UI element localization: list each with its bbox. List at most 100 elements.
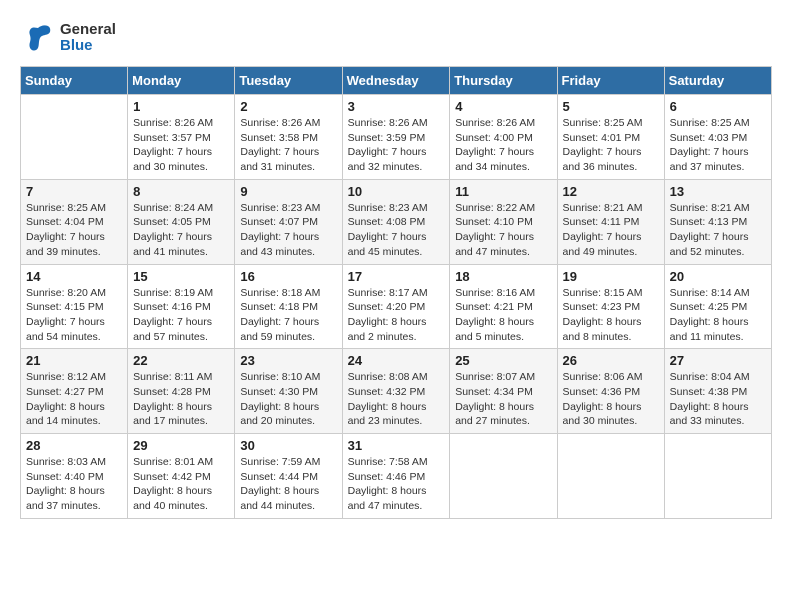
calendar-cell: 23 Sunrise: 8:10 AMSunset: 4:30 PMDayligh… <box>235 349 342 434</box>
day-header-wednesday: Wednesday <box>342 67 450 95</box>
cell-info: Sunrise: 8:08 AMSunset: 4:32 PMDaylight:… <box>348 370 445 429</box>
calendar-cell: 6 Sunrise: 8:25 AMSunset: 4:03 PMDaylight… <box>664 95 771 180</box>
day-number: 11 <box>455 184 551 199</box>
calendar-cell: 20Sunrise: 8:14 AMSunset: 4:25 PMDayligh… <box>664 264 771 349</box>
calendar-week-row: 21 Sunrise: 8:12 AMSunset: 4:27 PMDayligh… <box>21 349 772 434</box>
cell-info: Sunrise: 8:06 AMSunset: 4:36 PMDaylight:… <box>563 370 659 429</box>
day-header-saturday: Saturday <box>664 67 771 95</box>
cell-info: Sunrise: 8:01 AMSunset: 4:42 PMDaylight:… <box>133 455 229 514</box>
cell-info: Sunrise: 8:12 AMSunset: 4:27 PMDaylight:… <box>26 370 122 429</box>
calendar-cell <box>664 434 771 519</box>
cell-info: Sunrise: 8:20 AMSunset: 4:15 PMDaylight:… <box>26 286 122 345</box>
cell-info: Sunrise: 7:59 AMSunset: 4:44 PMDaylight:… <box>240 455 336 514</box>
calendar-cell: 15Sunrise: 8:19 AMSunset: 4:16 PMDayligh… <box>128 264 235 349</box>
cell-info: Sunrise: 8:10 AMSunset: 4:30 PMDaylight:… <box>240 370 336 429</box>
cell-info: Sunrise: 8:25 AMSunset: 4:03 PMDaylight:… <box>670 116 766 175</box>
calendar-cell: 1Sunrise: 8:26 AMSunset: 3:57 PMDaylight… <box>128 95 235 180</box>
logo-bird-icon <box>20 20 56 56</box>
day-number: 10 <box>348 184 445 199</box>
day-number: 19 <box>563 269 659 284</box>
day-number: 14 <box>26 269 122 284</box>
logo: General Blue <box>20 20 116 56</box>
day-number: 2 <box>240 99 336 114</box>
cell-info: Sunrise: 8:26 AMSunset: 3:59 PMDaylight:… <box>348 116 445 175</box>
header: General Blue <box>20 20 772 56</box>
day-number: 30 <box>240 438 336 453</box>
calendar-week-row: 28 Sunrise: 8:03 AMSunset: 4:40 PMDayligh… <box>21 434 772 519</box>
day-number: 23 <box>240 353 336 368</box>
cell-info: Sunrise: 8:23 AMSunset: 4:07 PMDaylight:… <box>240 201 336 260</box>
cell-info: Sunrise: 8:11 AMSunset: 4:28 PMDaylight:… <box>133 370 229 429</box>
day-number: 4 <box>455 99 551 114</box>
day-number: 22 <box>133 353 229 368</box>
day-header-monday: Monday <box>128 67 235 95</box>
cell-info: Sunrise: 8:07 AMSunset: 4:34 PMDaylight:… <box>455 370 551 429</box>
logo-general-text: General <box>60 22 116 39</box>
cell-info: Sunrise: 8:25 AMSunset: 4:01 PMDaylight:… <box>563 116 659 175</box>
cell-info: Sunrise: 8:26 AMSunset: 3:58 PMDaylight:… <box>240 116 336 175</box>
day-number: 8 <box>133 184 229 199</box>
calendar-cell <box>557 434 664 519</box>
calendar-table: SundayMondayTuesdayWednesdayThursdayFrid… <box>20 66 772 519</box>
day-number: 17 <box>348 269 445 284</box>
cell-info: Sunrise: 8:17 AMSunset: 4:20 PMDaylight:… <box>348 286 445 345</box>
calendar-cell: 30 Sunrise: 7:59 AMSunset: 4:44 PMDayligh… <box>235 434 342 519</box>
day-header-friday: Friday <box>557 67 664 95</box>
calendar-cell: 3 Sunrise: 8:26 AMSunset: 3:59 PMDaylight… <box>342 95 450 180</box>
day-number: 9 <box>240 184 336 199</box>
calendar-cell: 21 Sunrise: 8:12 AMSunset: 4:27 PMDayligh… <box>21 349 128 434</box>
calendar-cell: 4Sunrise: 8:26 AMSunset: 4:00 PMDaylight… <box>450 95 557 180</box>
day-header-sunday: Sunday <box>21 67 128 95</box>
cell-info: Sunrise: 8:21 AMSunset: 4:13 PMDaylight:… <box>670 201 766 260</box>
day-number: 7 <box>26 184 122 199</box>
day-number: 28 <box>26 438 122 453</box>
calendar-cell: 11 Sunrise: 8:22 AMSunset: 4:10 PMDayligh… <box>450 179 557 264</box>
calendar-cell: 28 Sunrise: 8:03 AMSunset: 4:40 PMDayligh… <box>21 434 128 519</box>
calendar-week-row: 1Sunrise: 8:26 AMSunset: 3:57 PMDaylight… <box>21 95 772 180</box>
day-number: 29 <box>133 438 229 453</box>
calendar-cell: 18 Sunrise: 8:16 AMSunset: 4:21 PMDayligh… <box>450 264 557 349</box>
calendar-cell: 2 Sunrise: 8:26 AMSunset: 3:58 PMDaylight… <box>235 95 342 180</box>
cell-info: Sunrise: 8:14 AMSunset: 4:25 PMDaylight:… <box>670 286 766 345</box>
day-number: 26 <box>563 353 659 368</box>
calendar-cell: 17 Sunrise: 8:17 AMSunset: 4:20 PMDayligh… <box>342 264 450 349</box>
calendar-cell: 24 Sunrise: 8:08 AMSunset: 4:32 PMDayligh… <box>342 349 450 434</box>
cell-info: Sunrise: 8:03 AMSunset: 4:40 PMDaylight:… <box>26 455 122 514</box>
calendar-header-row: SundayMondayTuesdayWednesdayThursdayFrid… <box>21 67 772 95</box>
calendar-cell: 16 Sunrise: 8:18 AMSunset: 4:18 PMDayligh… <box>235 264 342 349</box>
calendar-cell: 10 Sunrise: 8:23 AMSunset: 4:08 PMDayligh… <box>342 179 450 264</box>
logo-blue-text: Blue <box>60 38 116 55</box>
cell-info: Sunrise: 7:58 AMSunset: 4:46 PMDaylight:… <box>348 455 445 514</box>
day-number: 25 <box>455 353 551 368</box>
cell-info: Sunrise: 8:22 AMSunset: 4:10 PMDaylight:… <box>455 201 551 260</box>
day-number: 24 <box>348 353 445 368</box>
cell-info: Sunrise: 8:24 AMSunset: 4:05 PMDaylight:… <box>133 201 229 260</box>
calendar-week-row: 7 Sunrise: 8:25 AMSunset: 4:04 PMDaylight… <box>21 179 772 264</box>
cell-info: Sunrise: 8:25 AMSunset: 4:04 PMDaylight:… <box>26 201 122 260</box>
day-number: 31 <box>348 438 445 453</box>
calendar-cell: 31 Sunrise: 7:58 AMSunset: 4:46 PMDayligh… <box>342 434 450 519</box>
calendar-cell: 19Sunrise: 8:15 AMSunset: 4:23 PMDayligh… <box>557 264 664 349</box>
cell-info: Sunrise: 8:26 AMSunset: 3:57 PMDaylight:… <box>133 116 229 175</box>
calendar-cell: 25 Sunrise: 8:07 AMSunset: 4:34 PMDayligh… <box>450 349 557 434</box>
day-number: 16 <box>240 269 336 284</box>
day-number: 3 <box>348 99 445 114</box>
cell-info: Sunrise: 8:21 AMSunset: 4:11 PMDaylight:… <box>563 201 659 260</box>
day-number: 21 <box>26 353 122 368</box>
calendar-cell: 29 Sunrise: 8:01 AMSunset: 4:42 PMDayligh… <box>128 434 235 519</box>
day-header-tuesday: Tuesday <box>235 67 342 95</box>
calendar-cell <box>450 434 557 519</box>
cell-info: Sunrise: 8:18 AMSunset: 4:18 PMDaylight:… <box>240 286 336 345</box>
calendar-cell: 22 Sunrise: 8:11 AMSunset: 4:28 PMDayligh… <box>128 349 235 434</box>
calendar-cell: 12Sunrise: 8:21 AMSunset: 4:11 PMDayligh… <box>557 179 664 264</box>
calendar-cell: 5 Sunrise: 8:25 AMSunset: 4:01 PMDaylight… <box>557 95 664 180</box>
day-number: 13 <box>670 184 766 199</box>
calendar-cell: 13 Sunrise: 8:21 AMSunset: 4:13 PMDayligh… <box>664 179 771 264</box>
day-number: 5 <box>563 99 659 114</box>
day-number: 15 <box>133 269 229 284</box>
cell-info: Sunrise: 8:04 AMSunset: 4:38 PMDaylight:… <box>670 370 766 429</box>
cell-info: Sunrise: 8:16 AMSunset: 4:21 PMDaylight:… <box>455 286 551 345</box>
day-number: 18 <box>455 269 551 284</box>
cell-info: Sunrise: 8:23 AMSunset: 4:08 PMDaylight:… <box>348 201 445 260</box>
day-number: 6 <box>670 99 766 114</box>
